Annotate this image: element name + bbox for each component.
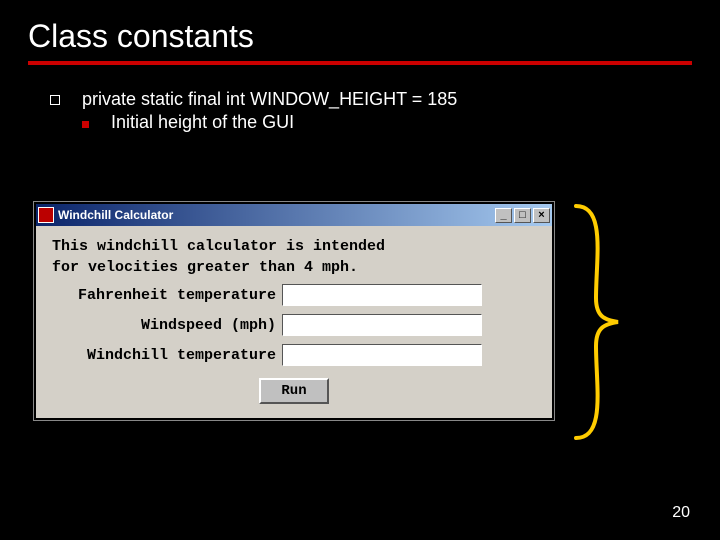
row-wind: Windspeed (mph)	[52, 314, 536, 336]
label-temp: Fahrenheit temperature	[52, 287, 282, 304]
bullet-row: private static final int WINDOW_HEIGHT =…	[50, 89, 660, 110]
intro-line-1: This windchill calculator is intended	[52, 238, 536, 255]
row-temp: Fahrenheit temperature	[52, 284, 536, 306]
run-button[interactable]: Run	[259, 378, 328, 404]
app-icon	[38, 207, 54, 223]
bullet-text: private static final int WINDOW_HEIGHT =…	[82, 89, 457, 110]
run-row: Run	[52, 378, 536, 404]
input-wind[interactable]	[282, 314, 482, 336]
window-title-text: Windchill Calculator	[58, 208, 495, 222]
hollow-bullet-icon	[50, 95, 60, 105]
label-wind: Windspeed (mph)	[52, 317, 282, 334]
close-button[interactable]: ×	[533, 208, 550, 223]
window-buttons: _ □ ×	[495, 208, 550, 223]
page-number: 20	[672, 504, 690, 522]
maximize-button[interactable]: □	[514, 208, 531, 223]
intro-line-2: for velocities greater than 4 mph.	[52, 259, 536, 276]
content-area: private static final int WINDOW_HEIGHT =…	[0, 65, 720, 133]
row-chill: Windchill temperature	[52, 344, 536, 366]
input-chill[interactable]	[282, 344, 482, 366]
sub-bullet-row: Initial height of the GUI	[82, 112, 660, 133]
label-chill: Windchill temperature	[52, 347, 282, 364]
titlebar: Windchill Calculator _ □ ×	[36, 204, 552, 226]
input-temp[interactable]	[282, 284, 482, 306]
minimize-button[interactable]: _	[495, 208, 512, 223]
square-bullet-icon	[82, 121, 89, 128]
app-window: Windchill Calculator _ □ × This windchil…	[34, 202, 554, 420]
window-wrap: Windchill Calculator _ □ × This windchil…	[34, 202, 554, 420]
sub-bullet-text: Initial height of the GUI	[111, 112, 294, 133]
brace-icon	[556, 198, 636, 446]
slide-title: Class constants	[0, 0, 720, 61]
window-body: This windchill calculator is intended fo…	[36, 226, 552, 418]
